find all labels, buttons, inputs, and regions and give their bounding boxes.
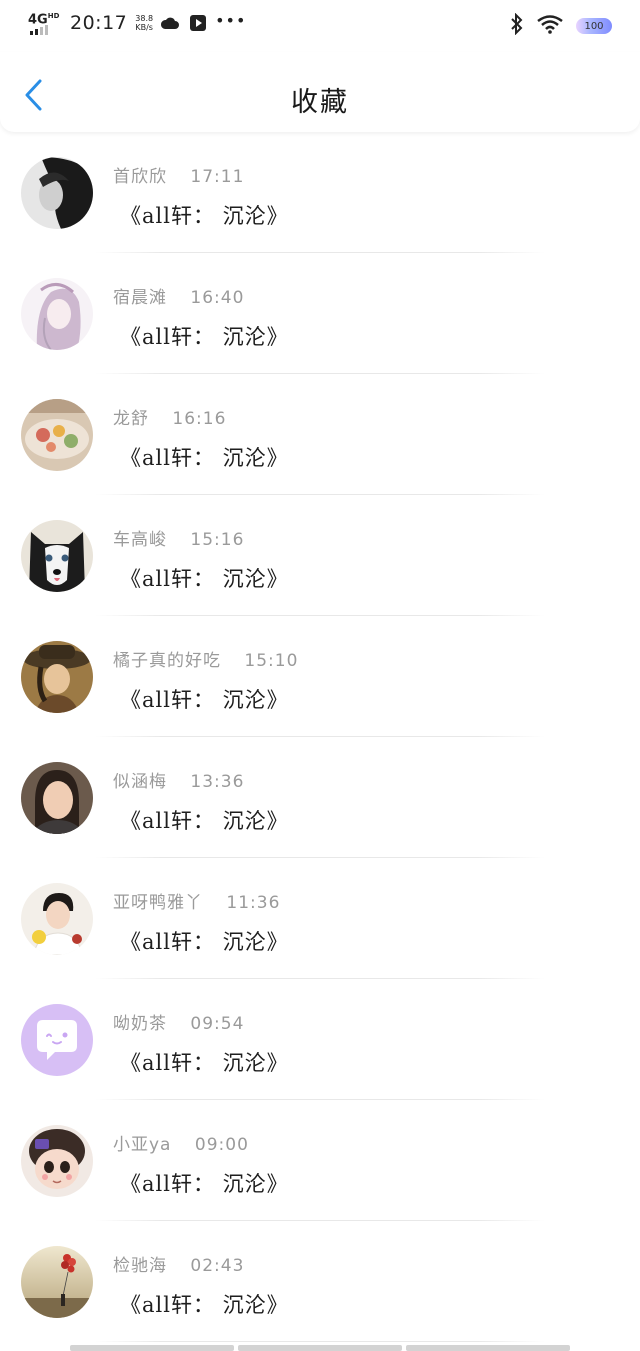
- item-time: 17:11: [190, 167, 245, 187]
- item-name: 小亚ya: [113, 1135, 172, 1155]
- item-meta: 龙舒 16:16: [113, 404, 226, 429]
- item-name: 宿晨滩: [113, 288, 167, 308]
- more-dots-icon: •••: [215, 10, 247, 30]
- item-meta: 小亚ya 09:00: [113, 1130, 249, 1155]
- item-meta: 车高峻 15:16: [113, 525, 244, 550]
- item-time: 15:16: [190, 530, 245, 550]
- chat-bubble-icon: [21, 1004, 93, 1076]
- avatar-husky-image: [21, 520, 93, 592]
- item-name: 检驰海: [113, 1256, 167, 1276]
- avatar-anime-sketch-image: [21, 278, 93, 350]
- list-item[interactable]: 宿晨滩 16:40 《all轩： 沉沦》: [0, 253, 640, 374]
- item-meta: 似涵梅 13:36: [113, 767, 244, 792]
- item-name: 亚呀鸭雅丫: [113, 893, 203, 913]
- item-content: 《all轩： 沉沦》: [120, 567, 289, 591]
- signal-bars-icon: [30, 25, 48, 35]
- play-box-icon: [187, 13, 209, 33]
- avatar[interactable]: [21, 641, 93, 713]
- speed-value: 38.8: [135, 14, 154, 23]
- list-item[interactable]: 呦奶茶 09:54 《all轩： 沉沦》: [0, 979, 640, 1100]
- item-name: 车高峻: [113, 530, 167, 550]
- item-content: 《all轩： 沉沦》: [120, 1172, 289, 1196]
- bluetooth-icon: [510, 12, 524, 39]
- favorites-list: 首欣欣 17:11 《all轩： 沉沦》 宿晨滩 16:40 《all轩： 沉沦…: [0, 132, 640, 1342]
- avatar[interactable]: [21, 1004, 93, 1076]
- page-title: 收藏: [291, 87, 349, 118]
- list-item[interactable]: 首欣欣 17:11 《all轩： 沉沦》: [0, 132, 640, 253]
- item-meta: 首欣欣 17:11: [113, 162, 244, 187]
- item-name: 呦奶茶: [113, 1014, 167, 1034]
- item-content: 《all轩： 沉沦》: [120, 930, 289, 954]
- avatar[interactable]: [21, 157, 93, 229]
- item-name: 似涵梅: [113, 772, 167, 792]
- network-indicator: 4GHD: [28, 10, 60, 36]
- item-meta: 橘子真的好吃 15:10: [113, 646, 298, 671]
- list-item[interactable]: 龙舒 16:16 《all轩： 沉沦》: [0, 374, 640, 495]
- item-content: 《all轩： 沉沦》: [120, 1293, 289, 1317]
- avatar[interactable]: [21, 278, 93, 350]
- item-meta: 宿晨滩 16:40: [113, 283, 244, 308]
- list-item[interactable]: 亚呀鸭雅丫 11:36 《all轩： 沉沦》: [0, 858, 640, 979]
- list-item[interactable]: 车高峻 15:16 《all轩： 沉沦》: [0, 495, 640, 616]
- item-time: 15:10: [244, 651, 299, 671]
- item-name: 橘子真的好吃: [113, 651, 221, 671]
- network-hd: HD: [47, 12, 60, 20]
- header: 收藏: [0, 52, 640, 132]
- item-time: 09:00: [194, 1135, 249, 1155]
- cloud-icon: [159, 13, 181, 33]
- item-content: 《all轩： 沉沦》: [120, 688, 289, 712]
- avatar-hat-portrait-image: [21, 641, 93, 713]
- avatar-balloons-image: [21, 1246, 93, 1318]
- item-time: 13:36: [190, 772, 245, 792]
- item-time: 11:36: [226, 893, 281, 913]
- item-time: 16:40: [190, 288, 245, 308]
- avatar-cartoon-boy-image: [21, 1125, 93, 1197]
- speed-unit: KB/s: [135, 23, 153, 32]
- avatar[interactable]: [21, 520, 93, 592]
- item-meta: 呦奶茶 09:54: [113, 1009, 244, 1034]
- item-content: 《all轩： 沉沦》: [120, 1051, 289, 1075]
- bottom-scroll-indicator: [70, 1345, 570, 1351]
- avatar-boy-flowers-image: [21, 883, 93, 955]
- item-time: 09:54: [190, 1014, 245, 1034]
- network-speed: 38.8 KB/s: [135, 14, 153, 32]
- item-meta: 检驰海 02:43: [113, 1251, 244, 1276]
- item-time: 02:43: [190, 1256, 245, 1276]
- item-content: 《all轩： 沉沦》: [120, 809, 289, 833]
- status-bar-left: 4GHD 20:17 38.8 KB/s •••: [28, 10, 246, 36]
- divider: [95, 1341, 545, 1342]
- clock: 20:17: [70, 12, 128, 34]
- avatar-selfie-image: [21, 762, 93, 834]
- item-name: 首欣欣: [113, 167, 167, 187]
- battery-indicator: 100: [576, 18, 612, 34]
- wifi-icon: [536, 14, 564, 38]
- list-item[interactable]: 小亚ya 09:00 《all轩： 沉沦》: [0, 1100, 640, 1221]
- avatar[interactable]: [21, 1246, 93, 1318]
- list-item[interactable]: 似涵梅 13:36 《all轩： 沉沦》: [0, 737, 640, 858]
- avatar[interactable]: [21, 883, 93, 955]
- avatar[interactable]: [21, 399, 93, 471]
- item-content: 《all轩： 沉沦》: [120, 325, 289, 349]
- list-item[interactable]: 橘子真的好吃 15:10 《all轩： 沉沦》: [0, 616, 640, 737]
- item-time: 16:16: [172, 409, 227, 429]
- avatar[interactable]: [21, 762, 93, 834]
- item-name: 龙舒: [113, 409, 149, 429]
- item-meta: 亚呀鸭雅丫 11:36: [113, 888, 280, 913]
- item-content: 《all轩： 沉沦》: [120, 446, 289, 470]
- avatar-bw-portrait-image: [21, 157, 93, 229]
- status-bar-right: 100: [510, 12, 612, 39]
- status-bar: 4GHD 20:17 38.8 KB/s ••• 100: [0, 0, 640, 52]
- avatar[interactable]: [21, 1125, 93, 1197]
- list-item[interactable]: 检驰海 02:43 《all轩： 沉沦》: [0, 1221, 640, 1342]
- item-content: 《all轩： 沉沦》: [120, 204, 289, 228]
- avatar-food-image: [21, 399, 93, 471]
